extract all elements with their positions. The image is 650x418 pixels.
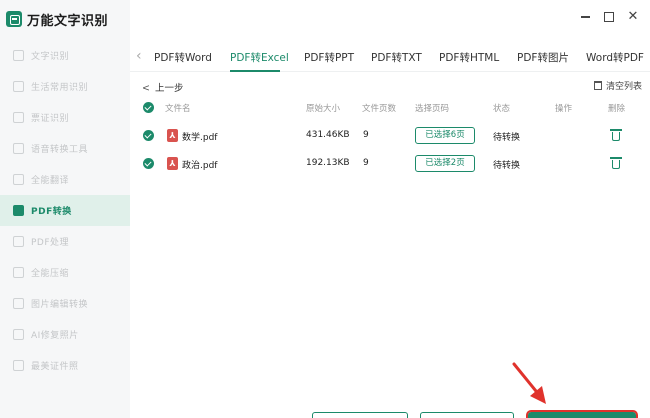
row-checkbox[interactable] [143, 130, 154, 141]
nav-icon [13, 329, 24, 340]
file-status: 待转换 [493, 161, 521, 171]
nav-icon [13, 81, 24, 92]
maximize-button[interactable] [602, 10, 616, 24]
header-size: 原始大小 [306, 104, 341, 114]
sidebar-item-image-edit[interactable]: 图片编辑转换 [0, 288, 130, 319]
header-status: 状态 [493, 104, 511, 114]
sidebar-item-ai-photo[interactable]: AI修复照片 [0, 319, 130, 350]
sidebar-item-label: 票证识别 [31, 114, 70, 124]
tab-word-to-pdf[interactable]: Word转PDF [586, 50, 644, 65]
nav-icon [13, 360, 24, 371]
select-pages-button[interactable]: 已选择6页 [415, 127, 475, 144]
sidebar-item-label: 图片编辑转换 [31, 300, 89, 310]
sidebar-item-pdf-process[interactable]: PDF处理 [0, 226, 130, 257]
header-pages: 文件页数 [362, 104, 397, 114]
active-tab-indicator [230, 70, 280, 72]
tab-scroll-left-icon[interactable]: ‹ [136, 48, 142, 64]
sidebar-item-compress[interactable]: 全能压缩 [0, 257, 130, 288]
nav-icon [13, 298, 24, 309]
table-header: 文件名 原始大小 文件页数 选择页码 状态 操作 删除 [140, 98, 640, 118]
file-status: 待转换 [493, 133, 521, 143]
tab-pdf-to-word[interactable]: PDF转Word [154, 50, 212, 65]
nav-icon [13, 112, 24, 123]
tab-pdf-to-excel[interactable]: PDF转Excel [230, 50, 289, 65]
tab-pdf-to-txt[interactable]: PDF转TXT [371, 50, 422, 65]
pdf-file-icon: ⅄ [167, 157, 178, 170]
file-pages: 9 [363, 158, 369, 168]
tab-pdf-to-image[interactable]: PDF转图片 [517, 50, 569, 65]
file-size: 431.46KB [306, 130, 350, 140]
nav-icon [13, 267, 24, 278]
tab-bar: ‹ PDF转Word PDF转Excel PDF转PPT PDF转TXT PDF… [130, 44, 650, 72]
file-pages: 9 [363, 130, 369, 140]
table-row: ⅄ 政治.pdf 192.13KB 9 已选择2页 待转换 [140, 150, 640, 178]
sidebar: 万能文字识别 文字识别 生活常用识别 票证识别 语音转换工具 全能翻译 PDF转… [0, 0, 130, 418]
header-action: 操作 [555, 104, 573, 114]
tab-pdf-to-ppt[interactable]: PDF转PPT [304, 50, 354, 65]
sidebar-item-label: 文字识别 [31, 52, 70, 62]
header-delete: 删除 [608, 104, 626, 114]
select-pages-button[interactable]: 已选择2页 [415, 155, 475, 172]
trash-icon [594, 81, 602, 90]
file-name: 数学.pdf [182, 133, 218, 143]
sidebar-item-voice-tools[interactable]: 语音转换工具 [0, 133, 130, 164]
sidebar-nav: 文字识别 生活常用识别 票证识别 语音转换工具 全能翻译 PDF转换 PDF处理… [0, 40, 130, 381]
nav-icon [13, 205, 24, 216]
delete-icon[interactable] [610, 156, 622, 170]
sidebar-item-label: 生活常用识别 [31, 83, 89, 93]
header-filename: 文件名 [165, 104, 191, 114]
sidebar-item-label: 全能压缩 [31, 269, 70, 279]
bottom-button-1[interactable] [312, 412, 408, 418]
back-arrow-icon: < [142, 83, 150, 94]
clear-list-label: 清空列表 [606, 82, 643, 92]
back-button[interactable]: < 上一步 [142, 80, 183, 94]
header-select: 选择页码 [415, 104, 450, 114]
nav-icon [13, 174, 24, 185]
sidebar-item-label: PDF处理 [31, 238, 70, 248]
sidebar-item-pdf-convert[interactable]: PDF转换 [0, 195, 130, 226]
app-title: 万能文字识别 [27, 13, 109, 29]
sidebar-item-ticket-ocr[interactable]: 票证识别 [0, 102, 130, 133]
delete-icon[interactable] [610, 128, 622, 142]
nav-icon [13, 236, 24, 247]
start-convert-button[interactable] [526, 410, 638, 418]
back-label: 上一步 [154, 83, 184, 94]
select-all-checkbox[interactable] [143, 102, 154, 113]
app-logo-icon [6, 11, 22, 27]
sidebar-item-id-photo[interactable]: 最美证件照 [0, 350, 130, 381]
table-row: ⅄ 数学.pdf 431.46KB 9 已选择6页 待转换 [140, 122, 640, 150]
pdf-file-icon: ⅄ [167, 129, 178, 142]
sidebar-item-life-ocr[interactable]: 生活常用识别 [0, 71, 130, 102]
clear-list-button[interactable]: 清空列表 [594, 79, 642, 92]
file-name: 政治.pdf [182, 161, 218, 171]
brand: 万能文字识别 [6, 9, 108, 29]
row-checkbox[interactable] [143, 158, 154, 169]
sidebar-item-label: AI修复照片 [31, 331, 79, 341]
bottom-button-2[interactable] [420, 412, 514, 418]
sidebar-item-text-ocr[interactable]: 文字识别 [0, 40, 130, 71]
minimize-button[interactable] [578, 10, 592, 24]
file-size: 192.13KB [306, 158, 350, 168]
close-button[interactable]: ✕ [626, 10, 640, 24]
sidebar-item-label: PDF转换 [31, 207, 72, 217]
sidebar-item-label: 全能翻译 [31, 176, 70, 186]
sidebar-item-translate[interactable]: 全能翻译 [0, 164, 130, 195]
nav-icon [13, 50, 24, 61]
sidebar-item-label: 最美证件照 [31, 362, 79, 372]
tab-pdf-to-html[interactable]: PDF转HTML [439, 50, 499, 65]
sidebar-item-label: 语音转换工具 [31, 145, 89, 155]
nav-icon [13, 143, 24, 154]
